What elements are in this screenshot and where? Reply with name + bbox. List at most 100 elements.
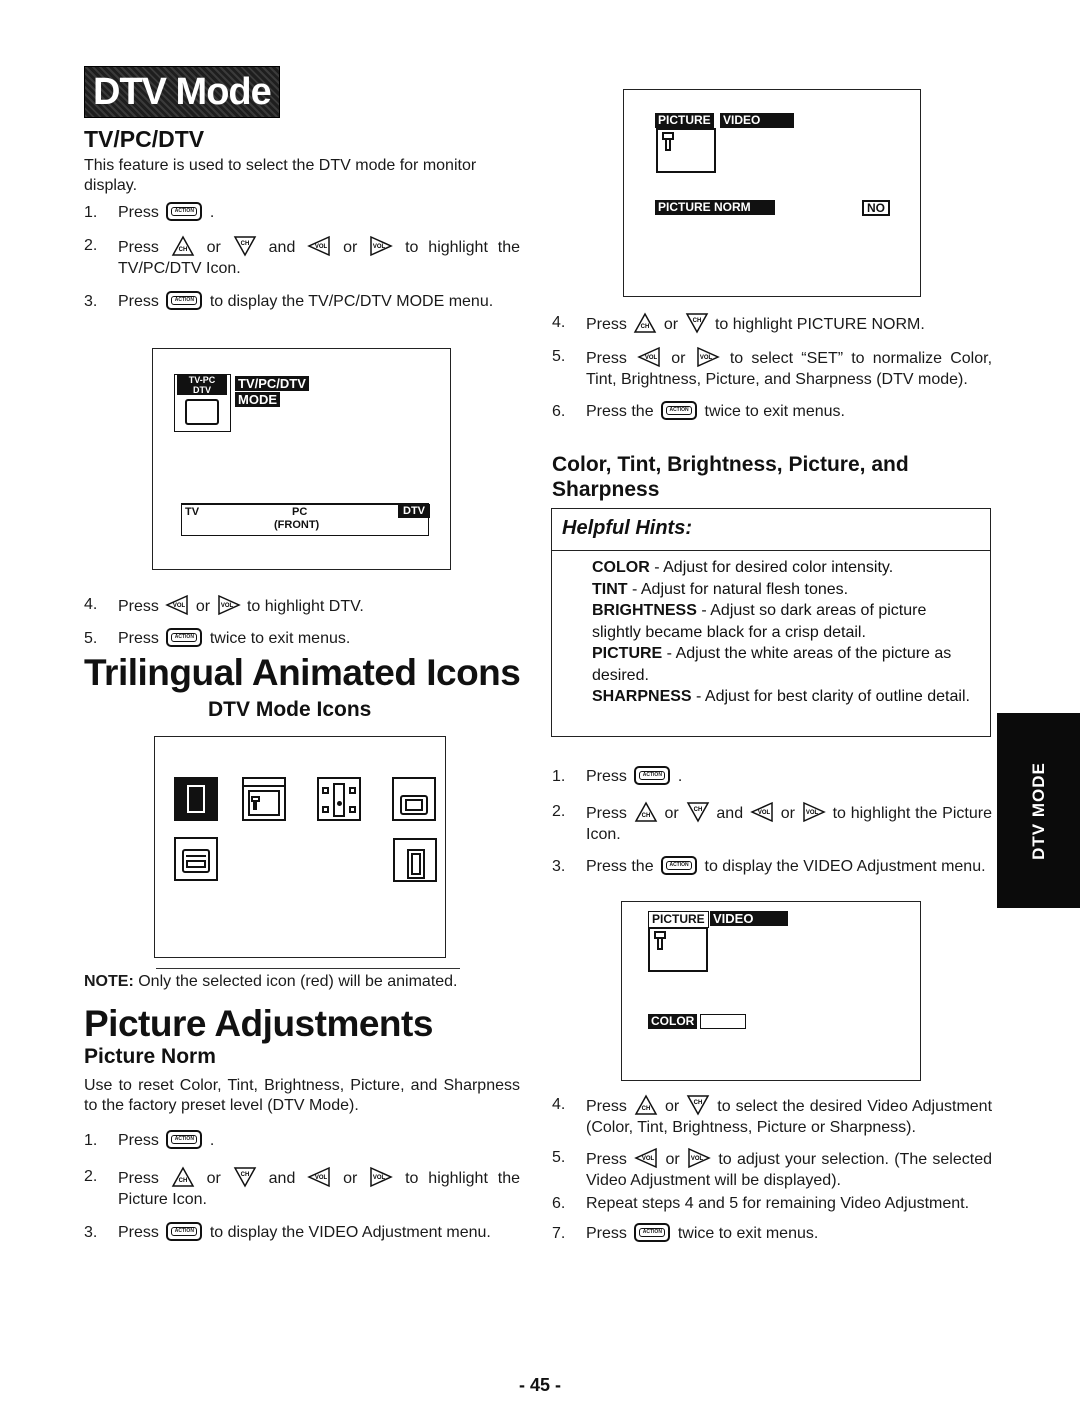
picture-norm-intro: Use to reset Color, Tint, Brightness, Pi… <box>84 1077 520 1114</box>
video-adjustment-screen: PICTURE VIDEO COLOR <box>621 901 921 1081</box>
step: 6. Repeat steps 4 and 5 for remaining Vi… <box>552 1195 970 1212</box>
picture-norm-value[interactable]: NO <box>862 200 890 216</box>
vol-right-icon <box>803 802 825 822</box>
step: 1. Press ACTION . <box>84 202 215 221</box>
vol-left-icon <box>308 1167 330 1187</box>
helpful-hints-list: COLOR - Adjust for desired color intensi… <box>552 551 990 708</box>
ctbps-steps-a: 1. Press ACTION . 2. Press or and or to … <box>552 766 992 877</box>
action-button-icon: ACTION <box>166 202 203 221</box>
picture-norm-steps-a: 1. Press ACTION . 2. Press or and or to … <box>84 1130 520 1243</box>
step: 4. Press or to highlight DTV. <box>84 595 364 615</box>
vol-right-icon <box>217 595 240 615</box>
vol-right-icon <box>370 1167 392 1187</box>
ch-up-icon <box>634 802 657 822</box>
tab-video[interactable]: VIDEO <box>720 113 794 128</box>
mode-options-bar: TV PC (FRONT) DTV <box>181 503 430 536</box>
audio-icon[interactable] <box>317 777 361 821</box>
step: 4. Press or to select the desired Video … <box>552 1095 993 1136</box>
timer-icon[interactable] <box>392 777 436 821</box>
option-tv[interactable]: TV <box>185 506 199 518</box>
step: 3. Press ACTION to display the TV/PC/DTV… <box>84 291 494 310</box>
ch-down-icon <box>686 802 709 822</box>
vol-left-icon <box>166 595 189 615</box>
vol-left-icon <box>308 236 330 256</box>
hint-item: SHARPNESS - Adjust for best clarity of o… <box>592 688 970 705</box>
tvpcdtv-icon-box: TV-PC DTV <box>174 374 231 432</box>
hint-item: BRIGHTNESS - Adjust so dark areas of pic… <box>592 602 927 641</box>
tab-picture[interactable]: PICTURE <box>648 911 709 928</box>
step: 5. Press or to adjust your selection. (T… <box>552 1148 993 1189</box>
trilingual-heading: Trilingual Animated Icons <box>84 652 521 693</box>
ch-down-icon <box>234 1167 256 1187</box>
step: 3. Press the ACTION to display the VIDEO… <box>552 856 986 875</box>
tvpcdtv-mode-screen: TV-PC DTV TV/PC/DTV MODE TV PC (FRONT) DT… <box>152 348 451 570</box>
step: 5. Press ACTION twice to exit menus. <box>84 628 351 647</box>
step: 2. Press or and or to highlight the Pict… <box>84 1167 520 1208</box>
helpful-hints-title: Helpful Hints: <box>552 509 990 551</box>
vol-right-icon <box>696 347 719 367</box>
ctbps-heading: Color, Tint, Brightness, Picture, and Sh… <box>552 453 909 501</box>
action-button-icon: ACTION <box>166 1222 203 1241</box>
step: 7. Press ACTION twice to exit menus. <box>552 1223 819 1242</box>
picture-icon-box <box>648 927 708 972</box>
vol-left-icon <box>751 802 773 822</box>
action-button-icon: ACTION <box>661 401 698 420</box>
step: 5. Press or to select “SET” to normalize… <box>552 347 993 388</box>
step: 4. Press or to highlight PICTURE NORM. <box>552 313 925 333</box>
action-button-icon: ACTION <box>661 856 698 875</box>
ch-up-icon <box>172 1167 194 1187</box>
tab-picture[interactable]: PICTURE <box>655 113 714 128</box>
picture-icon[interactable] <box>242 777 286 821</box>
option-pc-front: (FRONT) <box>274 519 320 531</box>
ch-down-icon <box>687 1095 709 1115</box>
color-level-bar[interactable] <box>700 1014 746 1029</box>
helpful-hints-box: Helpful Hints: COLOR - Adjust for desire… <box>551 508 991 737</box>
vol-left-icon <box>638 347 660 367</box>
lock-icon[interactable] <box>393 838 437 882</box>
picture-norm-heading: Picture Norm <box>84 1045 216 1068</box>
picture-norm-item[interactable]: PICTURE NORM <box>655 200 775 215</box>
ch-up-icon <box>635 1095 657 1115</box>
tvpcdtv-intro: This feature is used to select the DTV m… <box>84 157 477 194</box>
action-button-icon: ACTION <box>634 766 671 785</box>
hint-item: COLOR - Adjust for desired color intensi… <box>592 559 894 576</box>
step: 2. Press or and or to highlight the TV/P… <box>84 236 520 277</box>
tv-icon <box>185 399 219 425</box>
step: 1. Press ACTION . <box>552 766 683 785</box>
action-button-icon: ACTION <box>166 1130 203 1149</box>
divider <box>156 968 460 969</box>
step: 1. Press ACTION . <box>84 1130 215 1149</box>
page-number: - 45 - <box>518 1375 561 1395</box>
menu-title: TV/PC/DTV <box>235 376 309 391</box>
ctbps-steps-b: 4. Press or to select the desired Video … <box>552 1094 992 1244</box>
ch-down-icon <box>234 236 256 256</box>
ch-up-icon <box>172 236 194 256</box>
hint-item: PICTURE - Adjust the white areas of the … <box>592 645 952 684</box>
step: 2. Press or and or to highlight the Pict… <box>552 802 992 843</box>
step: 6. Press the ACTION twice to exit menus. <box>552 401 845 420</box>
dtv-mode-icons-subheading: DTV Mode Icons <box>208 698 372 721</box>
picture-adjustments-heading: Picture Adjustments <box>84 1003 433 1044</box>
color-item[interactable]: COLOR <box>648 1014 698 1029</box>
action-button-icon: ACTION <box>166 291 203 310</box>
vol-right-icon <box>370 236 392 256</box>
section-banner: DTV Mode <box>84 66 280 118</box>
option-dtv-selected[interactable]: DTV <box>398 504 430 518</box>
dtv-mode-icons-screen <box>154 736 446 958</box>
vol-right-icon <box>688 1148 710 1168</box>
setup-icon[interactable] <box>174 837 218 881</box>
tvpcdtv-steps-b: 4. Press or to highlight DTV. 5. Press A… <box>84 594 520 649</box>
tv-pc-dtv-icon[interactable] <box>174 777 218 821</box>
tvpcdtv-steps-a: 1. Press ACTION . 2. Press or and or to … <box>84 202 520 312</box>
option-pc[interactable]: PC <box>292 506 307 518</box>
tab-video[interactable]: VIDEO <box>710 911 788 926</box>
picture-norm-screen: PICTURE VIDEO PICTURE NORM NO <box>623 89 921 297</box>
vol-left-icon <box>635 1148 657 1168</box>
action-button-icon: ACTION <box>166 628 203 647</box>
hint-item: TINT - Adjust for natural flesh tones. <box>592 580 849 598</box>
picture-norm-steps-b: 4. Press or to highlight PICTURE NORM. 5… <box>552 312 992 422</box>
step: 3. Press ACTION to display the VIDEO Adj… <box>84 1222 491 1241</box>
menu-title-mode: MODE <box>235 392 280 407</box>
ch-down-icon <box>685 313 708 333</box>
ch-up-icon <box>634 313 657 333</box>
